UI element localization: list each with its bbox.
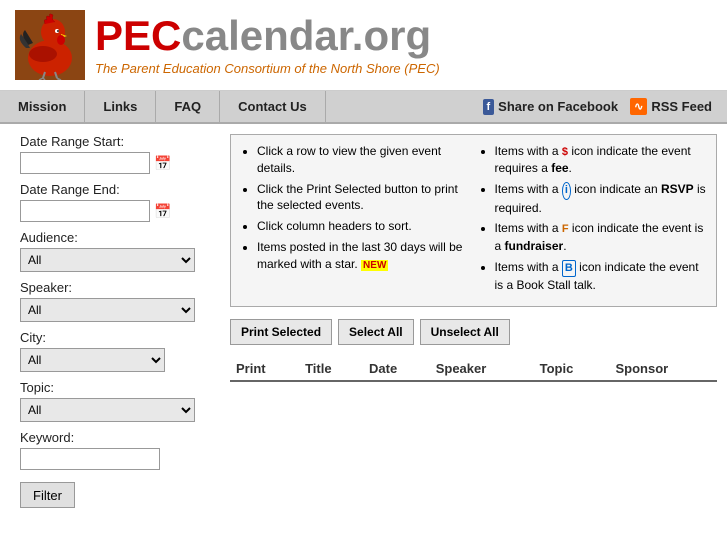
audience-select[interactable]: All — [20, 248, 195, 272]
filter-sidebar: Date Range Start: 📅 Date Range End: 📅 Au… — [20, 134, 220, 508]
main-content: Date Range Start: 📅 Date Range End: 📅 Au… — [0, 124, 727, 518]
info-item-3: Click column headers to sort. — [257, 218, 469, 235]
new-star-icon: NEW — [361, 260, 388, 271]
keyword-label: Keyword: — [20, 430, 220, 445]
date-range-start-input[interactable] — [20, 152, 150, 174]
site-title: PECcalendar.org — [95, 15, 440, 57]
info-fundraiser: Items with a F icon indicate the event i… — [495, 220, 707, 254]
date-range-end-label: Date Range End: — [20, 182, 220, 197]
fundraiser-icon: F — [562, 223, 569, 235]
calendar-start-icon[interactable]: 📅 — [154, 154, 172, 172]
nav-links[interactable]: Links — [85, 91, 156, 122]
rss-icon: ∿ — [630, 98, 647, 115]
title-calendar: calendar.org — [181, 12, 431, 59]
col-title[interactable]: Title — [299, 357, 363, 381]
calendar-end-icon[interactable]: 📅 — [154, 202, 172, 220]
city-label: City: — [20, 330, 220, 345]
rsvp-icon: i — [562, 182, 571, 199]
date-range-end-group: Date Range End: 📅 — [20, 182, 220, 222]
book-icon: B — [562, 260, 576, 277]
info-box: Click a row to view the given event deta… — [230, 134, 717, 307]
table-header-row: Print Title Date Speaker Topic Sponsor — [230, 357, 717, 381]
fee-icon: $ — [562, 146, 568, 158]
date-range-start-wrapper: 📅 — [20, 152, 220, 174]
rss-feed[interactable]: ∿ RSS Feed — [630, 98, 712, 115]
facebook-share[interactable]: f Share on Facebook — [483, 99, 619, 115]
topic-label: Topic: — [20, 380, 220, 395]
select-all-button[interactable]: Select All — [338, 319, 414, 345]
info-rsvp: Items with a i icon indicate an RSVP is … — [495, 181, 707, 216]
city-group: City: All — [20, 330, 220, 372]
site-title-block: PECcalendar.org The Parent Education Con… — [95, 15, 440, 76]
unselect-all-button[interactable]: Unselect All — [420, 319, 510, 345]
col-sponsor[interactable]: Sponsor — [609, 357, 717, 381]
info-item-4: Items posted in the last 30 days will be… — [257, 239, 469, 273]
city-select[interactable]: All — [20, 348, 165, 372]
info-fee: Items with a $ icon indicate the event r… — [495, 143, 707, 177]
info-item-2: Click the Print Selected button to print… — [257, 181, 469, 215]
date-range-end-wrapper: 📅 — [20, 200, 220, 222]
col-print[interactable]: Print — [230, 357, 299, 381]
info-book: Items with a B icon indicate the event i… — [495, 259, 707, 294]
topic-group: Topic: All — [20, 380, 220, 422]
keyword-group: Keyword: — [20, 430, 220, 470]
nav-faq[interactable]: FAQ — [156, 91, 220, 122]
date-range-start-label: Date Range Start: — [20, 134, 220, 149]
date-range-end-input[interactable] — [20, 200, 150, 222]
title-pec: PEC — [95, 12, 181, 59]
print-selected-button[interactable]: Print Selected — [230, 319, 332, 345]
date-range-start-group: Date Range Start: 📅 — [20, 134, 220, 174]
info-col-right: Items with a $ icon indicate the event r… — [479, 143, 707, 298]
logo-image — [15, 10, 85, 80]
navbar: Mission Links FAQ Contact Us f Share on … — [0, 91, 727, 124]
audience-label: Audience: — [20, 230, 220, 245]
keyword-input[interactable] — [20, 448, 160, 470]
col-date[interactable]: Date — [363, 357, 430, 381]
speaker-label: Speaker: — [20, 280, 220, 295]
filter-button[interactable]: Filter — [20, 482, 75, 508]
speaker-group: Speaker: All — [20, 280, 220, 322]
col-speaker[interactable]: Speaker — [430, 357, 534, 381]
col-topic[interactable]: Topic — [534, 357, 610, 381]
info-col-left: Click a row to view the given event deta… — [241, 143, 469, 298]
nav-mission[interactable]: Mission — [0, 91, 85, 122]
info-item-1: Click a row to view the given event deta… — [257, 143, 469, 177]
site-header: PECcalendar.org The Parent Education Con… — [0, 0, 727, 91]
facebook-label: Share on Facebook — [498, 99, 618, 114]
site-subtitle: The Parent Education Consortium of the N… — [95, 61, 440, 76]
action-bar: Print Selected Select All Unselect All — [230, 315, 717, 349]
events-table: Print Title Date Speaker Topic Sponsor — [230, 357, 717, 382]
rss-label: RSS Feed — [651, 99, 712, 114]
main-panel: Click a row to view the given event deta… — [230, 134, 717, 508]
topic-select[interactable]: All — [20, 398, 195, 422]
nav-contact[interactable]: Contact Us — [220, 91, 326, 122]
audience-group: Audience: All — [20, 230, 220, 272]
nav-social: f Share on Facebook ∿ RSS Feed — [468, 98, 727, 115]
speaker-select[interactable]: All — [20, 298, 195, 322]
facebook-icon: f — [483, 99, 495, 115]
